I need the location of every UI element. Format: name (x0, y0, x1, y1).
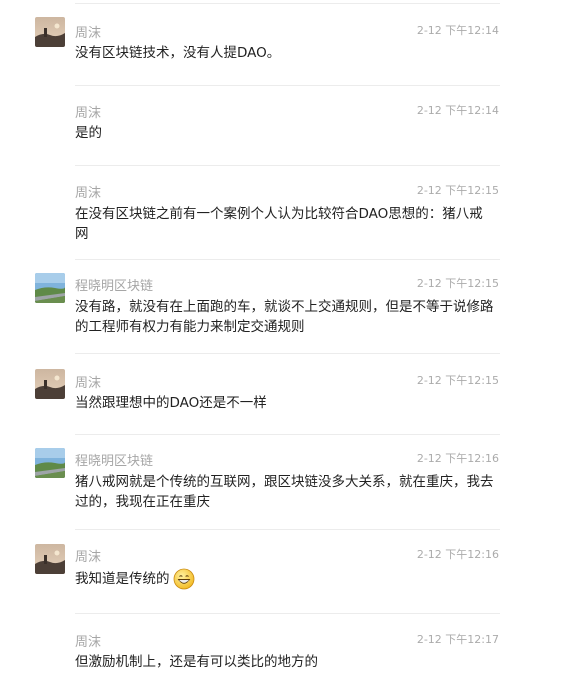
divider (75, 3, 500, 4)
timestamp: 2-12 下午12:15 (416, 184, 499, 197)
timestamp: 2-12 下午12:16 (416, 452, 499, 465)
timestamp: 2-12 下午12:17 (416, 633, 499, 646)
message-text-content: 我知道是传统的 (75, 571, 170, 587)
sender-name[interactable]: 周沫 (75, 546, 101, 565)
divider (75, 434, 500, 435)
sender-name[interactable]: 周沫 (75, 631, 101, 650)
avatar[interactable] (35, 544, 65, 574)
timestamp: 2-12 下午12:15 (416, 277, 499, 290)
timestamp: 2-12 下午12:15 (416, 374, 499, 387)
message-text: 当然跟理想中的DAO还是不一样 (75, 395, 267, 411)
message-text: 在没有区块链之前有一个案例个人认为比较符合DAO思想的：猪八戒网 (75, 206, 483, 242)
dusk-landscape-avatar (35, 544, 65, 574)
timestamp: 2-12 下午12:16 (416, 548, 499, 561)
message-text: 我知道是传统的 (75, 568, 495, 590)
message-text: 猪八戒网就是个传统的互联网，跟区块链没多大关系，就在重庆，我去过的，我现在正在重… (75, 474, 494, 510)
sender-name[interactable]: 程晓明区块链 (75, 450, 153, 469)
road-landscape-avatar (35, 448, 65, 478)
avatar[interactable] (35, 273, 65, 303)
sender-name[interactable]: 周沫 (75, 102, 101, 121)
dusk-landscape-avatar (35, 17, 65, 47)
divider (75, 85, 500, 86)
divider (75, 529, 500, 530)
road-landscape-avatar (35, 273, 65, 303)
sender-name[interactable]: 程晓明区块链 (75, 275, 153, 294)
avatar[interactable] (35, 369, 65, 399)
divider (75, 165, 500, 166)
sender-name[interactable]: 周沫 (75, 182, 101, 201)
grinning-face-icon (173, 568, 194, 590)
divider (75, 353, 500, 354)
divider (75, 259, 500, 260)
timestamp: 2-12 下午12:14 (416, 24, 499, 37)
avatar[interactable] (35, 448, 65, 478)
divider (75, 613, 500, 614)
avatar[interactable] (35, 17, 65, 47)
sender-name[interactable]: 周沫 (75, 372, 101, 391)
sender-name[interactable]: 周沫 (75, 22, 101, 41)
message-text: 但激励机制上，还是有可以类比的地方的 (75, 654, 318, 670)
message-text: 没有路，就没有在上面跑的车，就谈不上交通规则，但是不等于说修路的工程师有权力有能… (75, 299, 494, 335)
message-text: 没有区块链技术，没有人提DAO。 (75, 45, 281, 61)
dusk-landscape-avatar (35, 369, 65, 399)
message-text: 是的 (75, 125, 102, 141)
timestamp: 2-12 下午12:14 (416, 104, 499, 117)
